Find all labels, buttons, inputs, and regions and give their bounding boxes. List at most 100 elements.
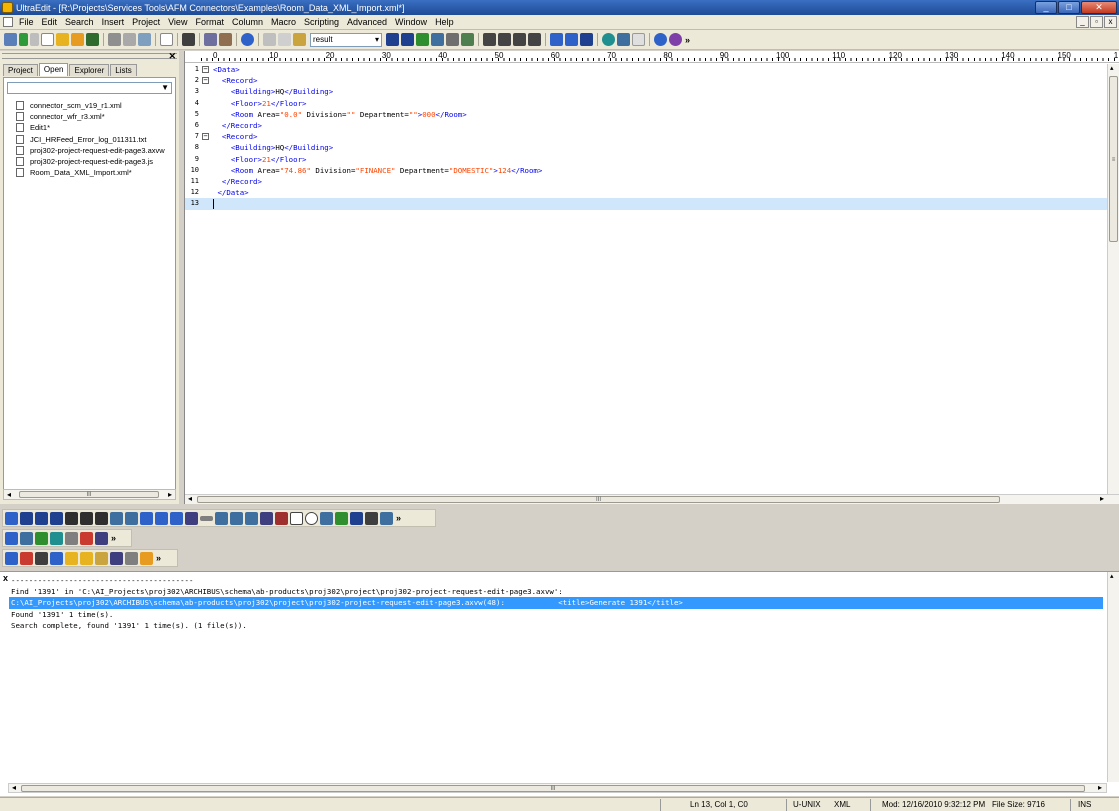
new-file-icon[interactable] bbox=[41, 33, 54, 46]
column-mode-icon[interactable] bbox=[182, 33, 195, 46]
split-horizontal-icon[interactable] bbox=[550, 33, 563, 46]
tab-explorer[interactable]: Explorer bbox=[69, 64, 110, 76]
open-file-item[interactable]: Edit1* bbox=[16, 122, 165, 133]
color-picker-icon[interactable] bbox=[380, 511, 393, 525]
find-icon[interactable] bbox=[386, 33, 399, 46]
mdi-restore-button[interactable]: ▫ bbox=[1090, 16, 1103, 28]
menu-view[interactable]: View bbox=[164, 17, 191, 27]
scroll-right-icon[interactable]: ▸ bbox=[168, 490, 172, 499]
idea-icon[interactable] bbox=[65, 551, 78, 565]
anchor-icon[interactable] bbox=[350, 511, 363, 525]
find-next-icon[interactable] bbox=[401, 33, 414, 46]
tab-lists[interactable]: Lists bbox=[110, 64, 137, 76]
scroll-right-icon[interactable]: ▸ bbox=[1100, 494, 1104, 503]
fold-toggle-icon[interactable]: − bbox=[202, 133, 209, 141]
find-string-combo[interactable]: result ▾ bbox=[310, 32, 382, 47]
horizontal-rule-icon[interactable] bbox=[200, 515, 213, 521]
output-hscroll-thumb[interactable]: III bbox=[21, 785, 1085, 792]
notes-icon[interactable] bbox=[80, 551, 93, 565]
macro-play-icon[interactable] bbox=[95, 531, 108, 545]
menu-file[interactable]: File bbox=[15, 17, 38, 27]
find-previous-icon[interactable] bbox=[416, 33, 429, 46]
scroll-left-icon[interactable]: ◂ bbox=[12, 783, 16, 792]
code-line[interactable]: 5 <Room Area="0.0" Division= "" Departmen… bbox=[185, 109, 1107, 120]
tab-open[interactable]: Open bbox=[38, 63, 69, 76]
mdi-minimize-button[interactable]: _ bbox=[1076, 16, 1089, 28]
bold-icon[interactable] bbox=[20, 511, 33, 525]
more-web-tools-chevron[interactable]: » bbox=[156, 553, 161, 563]
form-icon[interactable] bbox=[215, 511, 228, 525]
bookmark-icon[interactable] bbox=[461, 33, 474, 46]
tab-project[interactable]: Project bbox=[3, 64, 38, 76]
more-tools-chevron[interactable]: » bbox=[685, 35, 690, 45]
textarea-icon[interactable] bbox=[245, 511, 258, 525]
scroll-left-icon[interactable]: ◂ bbox=[188, 494, 192, 503]
code-line[interactable]: 12 </Data> bbox=[185, 187, 1107, 198]
code-line[interactable]: 9 <Floor>21</Floor> bbox=[185, 154, 1107, 165]
back-arrow-icon[interactable] bbox=[19, 33, 28, 46]
text-field-icon[interactable] bbox=[230, 511, 243, 525]
menu-scripting[interactable]: Scripting bbox=[300, 17, 343, 27]
hex-mode-icon[interactable] bbox=[204, 33, 217, 46]
find-in-files-icon[interactable] bbox=[138, 33, 151, 46]
italic-icon[interactable] bbox=[35, 511, 48, 525]
syntax-highlighting[interactable]: XML bbox=[834, 800, 850, 809]
justify-icon[interactable] bbox=[528, 33, 541, 46]
table-icon[interactable] bbox=[185, 511, 198, 525]
scroll-up-icon[interactable]: ▴ bbox=[1110, 572, 1114, 580]
copy-icon[interactable] bbox=[278, 33, 291, 46]
code-line[interactable]: 1− <Data> bbox=[185, 64, 1107, 75]
menu-format[interactable]: Format bbox=[191, 17, 228, 27]
open-file-item[interactable]: connector_wfr_r3.xml* bbox=[16, 111, 165, 122]
code-line[interactable]: 10 <Room Area="74.86" Division="FINANCE"… bbox=[185, 165, 1107, 176]
save-icon[interactable] bbox=[86, 33, 99, 46]
wikipedia-icon[interactable] bbox=[35, 551, 48, 565]
spell-check-icon[interactable] bbox=[219, 33, 232, 46]
menu-project[interactable]: Project bbox=[128, 17, 164, 27]
close-panel-icon[interactable]: ✕ bbox=[168, 51, 176, 62]
fold-toggle-icon[interactable]: − bbox=[202, 77, 209, 85]
cut-icon[interactable] bbox=[263, 33, 276, 46]
menu-advanced[interactable]: Advanced bbox=[343, 17, 391, 27]
new-file-dropdown-icon[interactable] bbox=[4, 33, 17, 46]
n-icon[interactable] bbox=[95, 551, 108, 565]
link-icon[interactable] bbox=[365, 511, 378, 525]
align-center-icon[interactable] bbox=[498, 33, 511, 46]
line-ending-format[interactable]: U-UNIX bbox=[793, 800, 821, 809]
open-folder-icon[interactable] bbox=[56, 33, 69, 46]
menu-help[interactable]: Help bbox=[431, 17, 458, 27]
code-line[interactable]: 8 <Building>HQ</Building> bbox=[185, 142, 1107, 153]
button-html-icon[interactable] bbox=[275, 511, 288, 525]
php-icon[interactable] bbox=[110, 551, 123, 565]
replace-icon[interactable] bbox=[431, 33, 444, 46]
numbered-list-icon[interactable] bbox=[95, 511, 108, 525]
html-document-icon[interactable] bbox=[5, 511, 18, 525]
underline-icon[interactable] bbox=[50, 511, 63, 525]
grid-icon[interactable] bbox=[5, 531, 18, 545]
output-line[interactable]: Found '1391' 1 time(s). bbox=[11, 609, 1103, 620]
chevron-down-icon[interactable]: ▾ bbox=[375, 35, 379, 44]
ultraedit-app-icon[interactable] bbox=[2, 2, 13, 13]
open-recent-icon[interactable] bbox=[71, 33, 84, 46]
panel-scroll-thumb[interactable]: III bbox=[19, 491, 159, 498]
indent-icon[interactable] bbox=[65, 511, 78, 525]
insert-mode[interactable]: INS bbox=[1078, 800, 1091, 809]
chevron-down-icon[interactable]: ▼ bbox=[161, 83, 169, 92]
close-output-icon[interactable]: x bbox=[3, 573, 8, 583]
code-area[interactable]: 1− <Data> 2− <Record> 3 <Building>HQ</Build… bbox=[185, 64, 1107, 494]
browser-view-icon[interactable] bbox=[241, 33, 254, 46]
ftp-icon[interactable] bbox=[602, 33, 615, 46]
open-file-item[interactable]: proj302-project-request-edit-page3.js bbox=[16, 156, 165, 167]
panel-horizontal-scrollbar[interactable]: ◂ III ▸ bbox=[3, 489, 176, 500]
scroll-left-icon[interactable]: ◂ bbox=[7, 490, 11, 499]
panel-grip[interactable] bbox=[2, 53, 177, 59]
select-html-icon[interactable] bbox=[320, 511, 333, 525]
font-icon[interactable] bbox=[110, 511, 123, 525]
windows-icon[interactable] bbox=[140, 551, 153, 565]
yahoo-search-icon[interactable] bbox=[20, 551, 33, 565]
code-line[interactable]: 6 </Record> bbox=[185, 120, 1107, 131]
checkbox-html-icon[interactable] bbox=[290, 511, 303, 525]
ascii-table-icon[interactable] bbox=[65, 531, 78, 545]
help-icon[interactable] bbox=[654, 33, 667, 46]
editor-vscroll-thumb[interactable]: ≡ bbox=[1109, 76, 1118, 242]
